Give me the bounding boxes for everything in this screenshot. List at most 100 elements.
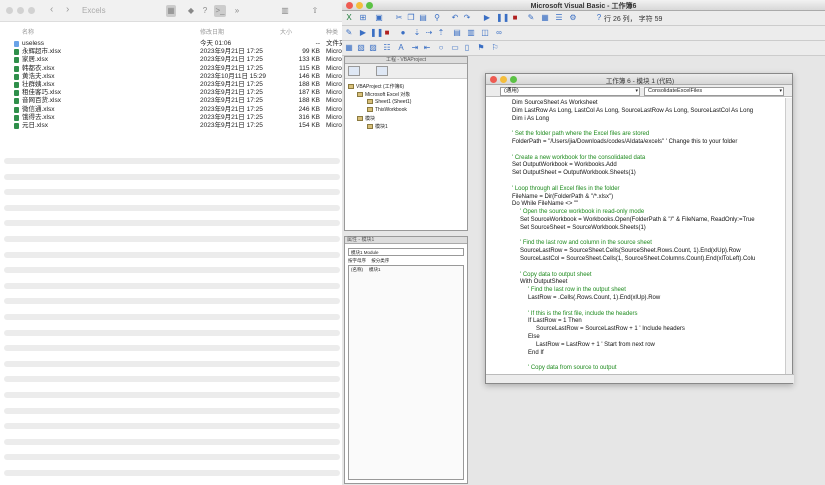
file-row[interactable]: 永辉超市.xlsx 2023年9月21日 17:25 99 KB Micro — [0, 48, 342, 56]
tree-thisworkbook[interactable]: ThisWorkbook — [367, 107, 407, 113]
file-kind: Micro — [326, 48, 342, 56]
terminal-icon[interactable]: >_ — [214, 5, 226, 17]
toggle-folders-button[interactable] — [376, 66, 388, 76]
code-horizontal-scrollbar[interactable] — [486, 374, 794, 383]
help-icon[interactable]: ? — [594, 13, 604, 23]
toggle-breakpoint-icon[interactable]: ● — [398, 28, 408, 38]
redo-icon[interactable]: ↷ — [462, 13, 472, 23]
list-properties-icon[interactable]: ▦ — [344, 43, 354, 53]
share-icon[interactable]: ⇧ — [310, 5, 320, 17]
file-row[interactable]: 音网百货.xlsx 2023年9月21日 17:25 188 KB Micro — [0, 97, 342, 105]
cut-icon[interactable]: ✂ — [394, 13, 404, 23]
help-icon[interactable]: ? — [200, 5, 210, 17]
quick-watch-icon[interactable]: ∞ — [494, 28, 504, 38]
design-icon[interactable]: ✎ — [344, 28, 354, 38]
name-column-header[interactable]: 名称 — [22, 27, 34, 36]
design-mode-icon[interactable]: ✎ — [526, 13, 536, 23]
complete-word-icon[interactable]: A — [396, 43, 406, 53]
view-code-button[interactable] — [348, 66, 360, 76]
bookmark-icon[interactable]: ⚑ — [476, 43, 486, 53]
save-icon[interactable]: ▣ — [374, 13, 384, 23]
comment-block-icon[interactable]: ▭ — [450, 43, 460, 53]
group-icon[interactable]: ▥ — [278, 5, 292, 17]
pause-icon[interactable]: ❚❚ — [496, 13, 509, 23]
empty-row-stripe — [4, 298, 340, 305]
vbe-title: Microsoft Visual Basic - 工作簿6 — [530, 3, 637, 10]
tree-project-root[interactable]: VBAProject (工作簿6) — [348, 83, 404, 90]
kind-column-header[interactable]: 种类 — [326, 27, 338, 36]
file-row[interactable]: 租佳客巧.xlsx 2023年9月21日 17:25 187 KB Micro — [0, 89, 342, 97]
properties-window-icon[interactable]: ☰ — [554, 13, 564, 23]
file-row[interactable]: 韩都衣.xlsx 2023年9月21日 17:25 115 KB Micro — [0, 65, 342, 73]
next-bookmark-icon[interactable]: ⚐ — [490, 43, 500, 53]
file-row[interactable]: useless 今天 01:06 -- 文件夹 — [0, 40, 346, 48]
tree-sheet1[interactable]: Sheet1 (Sheet1) — [367, 99, 411, 105]
code-editor[interactable]: Dim SourceSheet As Worksheet Dim LastRow … — [486, 98, 786, 375]
empty-row-stripe — [4, 360, 340, 367]
toggle-breakpoint-icon[interactable]: ○ — [436, 43, 446, 53]
list-constants-icon[interactable]: ▧ — [356, 43, 366, 53]
indent-icon[interactable]: ⇥ — [410, 43, 420, 53]
find-icon[interactable]: ⚲ — [432, 13, 442, 23]
code-line: Set SourceWorkbook = Workbooks.Open(Fold… — [520, 217, 755, 223]
file-row[interactable]: 微信通.xlsx 2023年9月21日 17:25 246 KB Micro — [0, 106, 342, 114]
finder-minimize-button[interactable] — [17, 7, 24, 14]
tree-excel-objects[interactable]: Microsoft Excel 对象 — [357, 91, 410, 98]
code-line: Set SourceSheet = SourceWorkbook.Sheets(… — [520, 224, 646, 231]
paste-icon[interactable]: ▤ — [418, 13, 428, 23]
finder-zoom-button[interactable] — [28, 7, 35, 14]
immediate-window-icon[interactable]: ▥ — [466, 28, 476, 38]
object-browser-icon[interactable]: ⚙ — [568, 13, 578, 23]
back-icon[interactable]: ‹ — [50, 4, 53, 15]
file-row[interactable]: 壮群姨.xlsx 2023年9月21日 17:25 188 KB Micro — [0, 81, 342, 89]
forward-icon[interactable]: › — [66, 4, 69, 15]
more-icon[interactable]: » — [232, 5, 242, 17]
step-into-icon[interactable]: ⇣ — [412, 28, 422, 38]
file-name: 微信通.xlsx — [22, 105, 55, 113]
uncomment-block-icon[interactable]: ▯ — [462, 43, 472, 53]
object-combo[interactable]: (通用) ▾ — [500, 87, 640, 96]
file-size: 316 KB — [298, 113, 320, 121]
reset-icon[interactable]: ■ — [510, 13, 520, 23]
size-column-header[interactable]: 大小 — [280, 27, 292, 36]
run-icon[interactable]: ▶ — [358, 28, 368, 38]
locals-window-icon[interactable]: ▤ — [452, 28, 462, 38]
tab-alphabetic[interactable]: 按字母序 — [348, 258, 366, 263]
workbook-icon — [367, 107, 373, 113]
step-out-icon[interactable]: ⇡ — [436, 28, 446, 38]
quick-info-icon[interactable]: ▨ — [368, 43, 378, 53]
parameter-info-icon[interactable]: ☷ — [382, 43, 392, 53]
run-icon[interactable]: ▶ — [482, 13, 492, 23]
file-size: 115 KB — [299, 64, 320, 72]
stop-icon[interactable]: ■ — [382, 28, 392, 38]
excel-icon[interactable]: X — [344, 13, 354, 23]
watch-window-icon[interactable]: ◫ — [480, 28, 490, 38]
debug-toolbar: ✎ ▶ ❚❚ ■ ● ⇣ ⇢ ⇡ ▤ ▥ ◫ ∞ — [342, 26, 825, 41]
file-row[interactable]: 饿得去.xlsx 2023年9月21日 17:25 316 KB Micro — [0, 114, 342, 122]
undo-icon[interactable]: ↶ — [450, 13, 460, 23]
outdent-icon[interactable]: ⇤ — [422, 43, 432, 53]
file-row[interactable]: 元日.xlsx 2023年9月21日 17:25 154 KB Micro — [0, 122, 342, 130]
properties-object-combo[interactable]: 模块1 Module — [348, 248, 464, 256]
file-size: 188 KB — [298, 81, 320, 88]
project-explorer-icon[interactable]: ▦ — [540, 13, 550, 23]
empty-row-stripe — [4, 220, 340, 227]
copy-icon[interactable]: ❐ — [406, 13, 416, 23]
file-row[interactable]: 黄浩夫.xlsx 2023年10月11日 15:29 146 KB Micro — [0, 73, 342, 81]
tag-icon[interactable]: ◆ — [186, 5, 196, 17]
tree-modules[interactable]: 模块 — [357, 115, 375, 122]
view-grid-icon[interactable]: ▦ — [166, 5, 176, 17]
property-value[interactable]: 模块1 — [369, 267, 381, 273]
tree-module1[interactable]: 模块1 — [367, 123, 388, 130]
insert-module-icon[interactable]: ⊞ — [358, 13, 368, 23]
procedure-combo[interactable]: ConsolidateExcelFiles ▾ — [644, 87, 784, 96]
project-explorer: 工程 - VBAProject VBAProject (工作簿6) Micros… — [344, 56, 468, 231]
code-vertical-scrollbar[interactable] — [785, 98, 792, 375]
file-row[interactable]: 家居.xlsx 2023年9月21日 17:25 133 KB Micro — [0, 56, 342, 64]
tab-categorized[interactable]: 按分类序 — [371, 258, 389, 263]
finder-close-button[interactable] — [6, 7, 13, 14]
step-over-icon[interactable]: ⇢ — [424, 28, 434, 38]
date-column-header[interactable]: 修改日期 — [200, 27, 224, 36]
property-name[interactable]: (名称) — [351, 267, 363, 273]
pause-icon[interactable]: ❚❚ — [370, 28, 383, 38]
